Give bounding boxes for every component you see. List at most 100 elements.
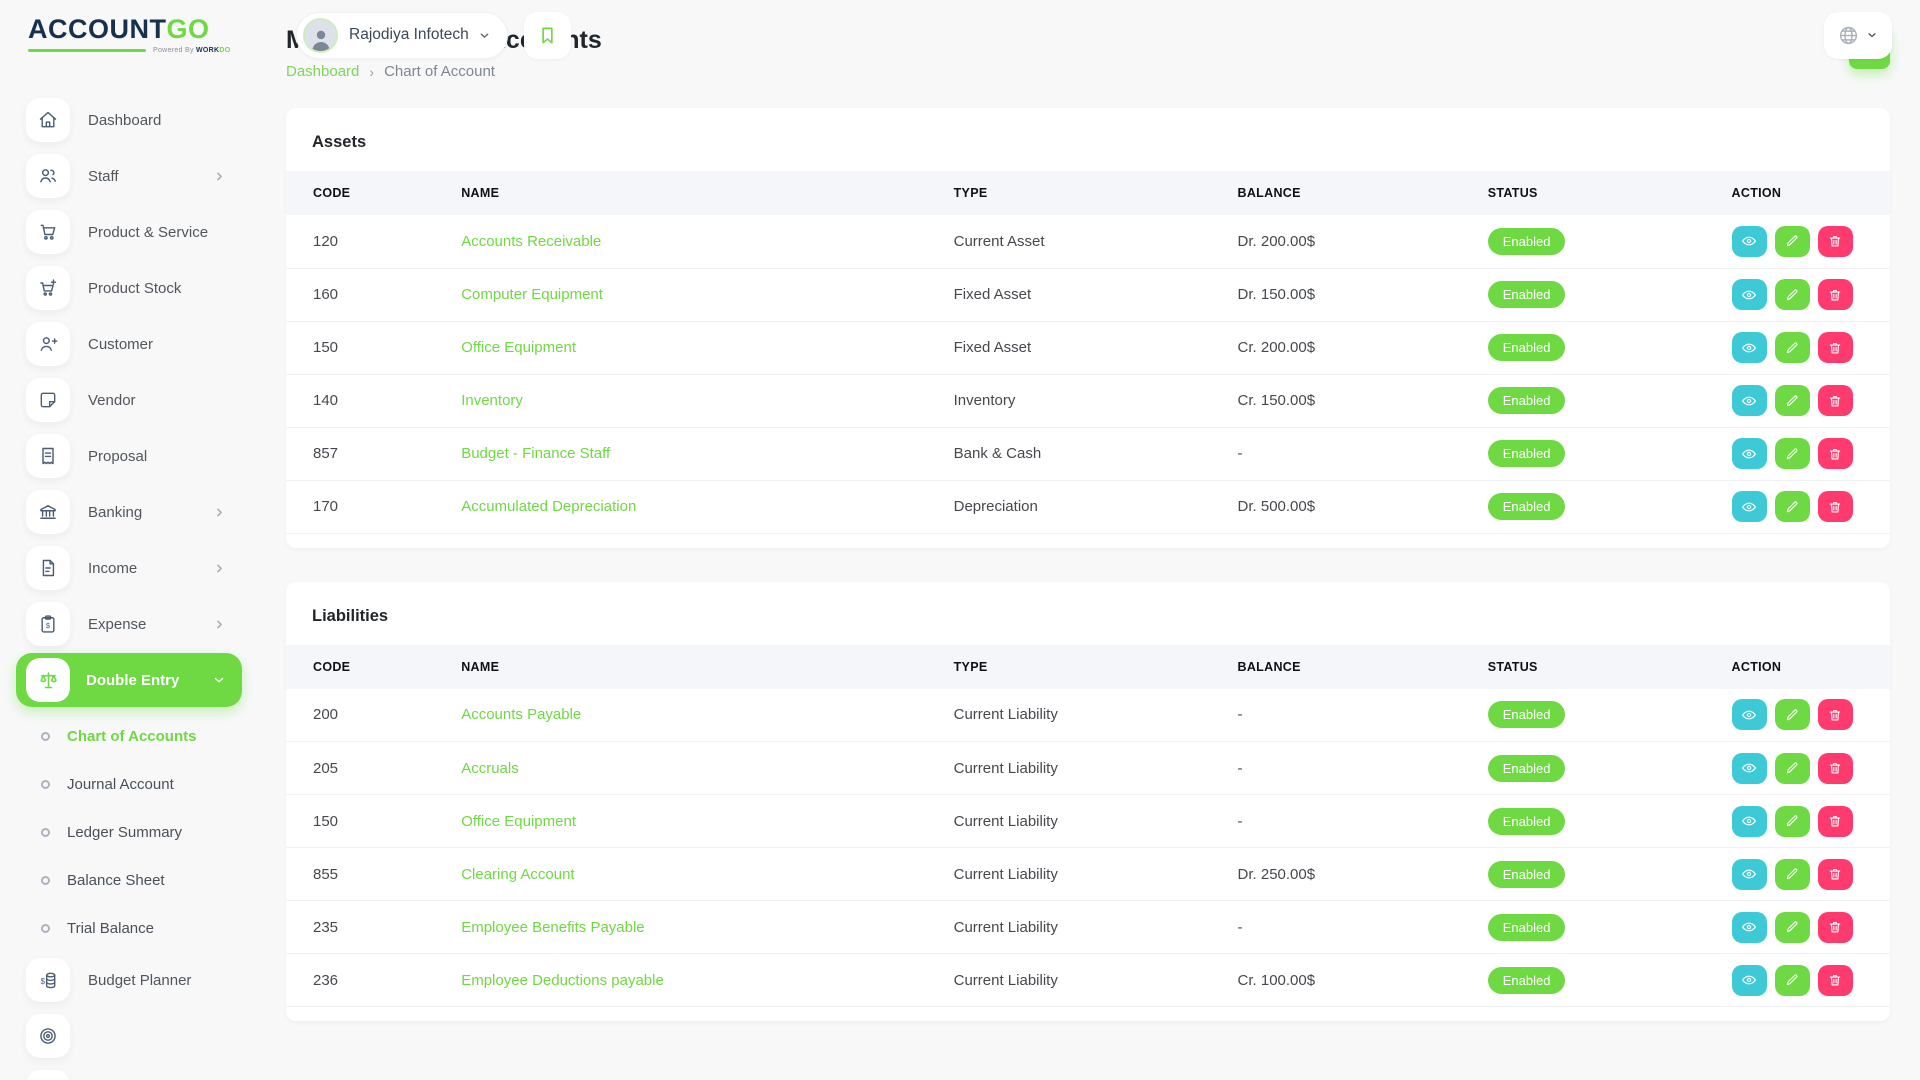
delete-button[interactable] — [1818, 806, 1853, 837]
cell-name: Employee Benefits Payable — [451, 901, 943, 954]
account-link[interactable]: Accumulated Depreciation — [461, 498, 636, 515]
account-link[interactable]: Office Equipment — [461, 339, 576, 356]
delete-button[interactable] — [1818, 279, 1853, 310]
view-button[interactable] — [1732, 806, 1767, 837]
receipt-icon — [26, 434, 70, 478]
trash-icon — [1828, 814, 1842, 828]
view-button[interactable] — [1732, 332, 1767, 363]
view-button[interactable] — [1732, 385, 1767, 416]
account-link[interactable]: Clearing Account — [461, 866, 574, 883]
liabilities-card: Liabilities CODENAMETYPEBALANCESTATUSACT… — [286, 582, 1890, 1022]
sidebar-item-proposal[interactable]: Proposal — [0, 428, 258, 484]
language-selector[interactable] — [1824, 12, 1892, 59]
table-row: 140 Inventory Inventory Cr. 150.00$ Enab… — [286, 374, 1890, 427]
cell-action — [1722, 689, 1890, 742]
edit-button[interactable] — [1775, 965, 1810, 996]
edit-button[interactable] — [1775, 699, 1810, 730]
edit-button[interactable] — [1775, 859, 1810, 890]
sidebar-item-product-stock[interactable]: Product Stock — [0, 260, 258, 316]
submenu-item-journal-account[interactable]: Journal Account — [0, 760, 258, 808]
edit-button[interactable] — [1775, 806, 1810, 837]
account-link[interactable]: Employee Deductions payable — [461, 972, 664, 989]
account-link[interactable]: Inventory — [461, 392, 523, 409]
view-button[interactable] — [1732, 438, 1767, 469]
delete-button[interactable] — [1818, 859, 1853, 890]
trash-icon — [1828, 973, 1842, 987]
eye-icon — [1741, 866, 1757, 882]
submenu-item-trial-balance[interactable]: Trial Balance — [0, 904, 258, 952]
view-button[interactable] — [1732, 699, 1767, 730]
account-link[interactable]: Employee Benefits Payable — [461, 919, 644, 936]
delete-button[interactable] — [1818, 912, 1853, 943]
cell-name: Accounts Payable — [451, 689, 943, 742]
trash-icon — [1828, 394, 1842, 408]
sidebar-item-dashboard[interactable]: Dashboard — [0, 92, 258, 148]
eye-icon — [1741, 760, 1757, 776]
cell-action — [1722, 795, 1890, 848]
column-header: BALANCE — [1228, 171, 1478, 215]
cell-balance: - — [1228, 901, 1478, 954]
cell-name: Office Equipment — [451, 795, 943, 848]
sidebar-item-product-service[interactable]: Product & Service — [0, 204, 258, 260]
view-button[interactable] — [1732, 753, 1767, 784]
app-logo[interactable]: ACCOUNTGO Powered By WORKDO — [28, 16, 260, 54]
submenu-item-ledger-summary[interactable]: Ledger Summary — [0, 808, 258, 856]
edit-button[interactable] — [1775, 226, 1810, 257]
edit-button[interactable] — [1775, 491, 1810, 522]
status-badge: Enabled — [1488, 387, 1566, 414]
table-row: 235 Employee Benefits Payable Current Li… — [286, 901, 1890, 954]
edit-button[interactable] — [1775, 385, 1810, 416]
delete-button[interactable] — [1818, 385, 1853, 416]
delete-button[interactable] — [1818, 226, 1853, 257]
delete-button[interactable] — [1818, 438, 1853, 469]
column-header: TYPE — [944, 645, 1228, 689]
sidebar-item-goal[interactable] — [0, 1008, 258, 1064]
company-switcher[interactable]: Rajodiya Infotech — [296, 12, 508, 59]
account-link[interactable]: Accruals — [461, 760, 519, 777]
edit-button[interactable] — [1775, 279, 1810, 310]
cell-action — [1722, 321, 1890, 374]
sidebar-item-partial[interactable] — [0, 1064, 258, 1080]
pencil-icon — [1785, 867, 1799, 881]
view-button[interactable] — [1732, 912, 1767, 943]
table-row: 200 Accounts Payable Current Liability -… — [286, 689, 1890, 742]
delete-button[interactable] — [1818, 965, 1853, 996]
account-link[interactable]: Office Equipment — [461, 813, 576, 830]
account-link[interactable]: Computer Equipment — [461, 286, 603, 303]
delete-button[interactable] — [1818, 753, 1853, 784]
account-link[interactable]: Accounts Receivable — [461, 233, 601, 250]
cell-status: Enabled — [1478, 689, 1722, 742]
delete-button[interactable] — [1818, 699, 1853, 730]
sidebar-item-banking[interactable]: Banking — [0, 484, 258, 540]
sidebar-item-double-entry[interactable]: Double Entry — [16, 653, 242, 707]
view-button[interactable] — [1732, 226, 1767, 257]
view-button[interactable] — [1732, 279, 1767, 310]
account-link[interactable]: Budget - Finance Staff — [461, 445, 610, 462]
account-link[interactable]: Accounts Payable — [461, 706, 581, 723]
submenu-item-balance-sheet[interactable]: Balance Sheet — [0, 856, 258, 904]
sidebar-item-income[interactable]: Income — [0, 540, 258, 596]
edit-button[interactable] — [1775, 912, 1810, 943]
eye-icon — [1741, 340, 1757, 356]
trash-icon — [1828, 708, 1842, 722]
sidebar-item-expense[interactable]: $ Expense — [0, 596, 258, 652]
table-row: 205 Accruals Current Liability - Enabled — [286, 742, 1890, 795]
bookmark-button[interactable] — [524, 12, 571, 59]
cart-plus-icon — [26, 266, 70, 310]
edit-button[interactable] — [1775, 438, 1810, 469]
edit-button[interactable] — [1775, 332, 1810, 363]
sidebar-item-staff[interactable]: Staff — [0, 148, 258, 204]
delete-button[interactable] — [1818, 332, 1853, 363]
submenu-item-chart-of-accounts[interactable]: Chart of Accounts — [0, 712, 258, 760]
status-badge: Enabled — [1488, 967, 1566, 994]
view-button[interactable] — [1732, 965, 1767, 996]
sidebar-item-vendor[interactable]: Vendor — [0, 372, 258, 428]
sidebar-item-customer[interactable]: Customer — [0, 316, 258, 372]
edit-button[interactable] — [1775, 753, 1810, 784]
view-button[interactable] — [1732, 491, 1767, 522]
cell-status: Enabled — [1478, 742, 1722, 795]
sidebar-item-budget-planner[interactable]: $ Budget Planner — [0, 952, 258, 1008]
eye-icon — [1741, 499, 1757, 515]
delete-button[interactable] — [1818, 491, 1853, 522]
view-button[interactable] — [1732, 859, 1767, 890]
